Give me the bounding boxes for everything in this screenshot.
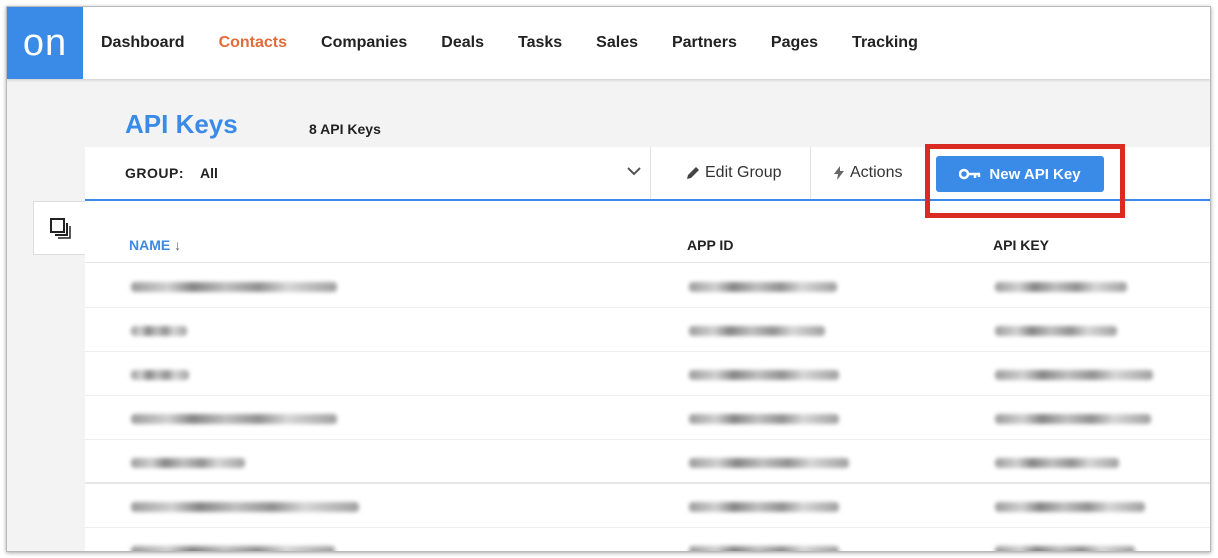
sort-indicator-icon: ↓ [174,236,182,253]
bolt-icon [834,166,844,180]
redacted-name [131,282,337,292]
actions-button[interactable]: Actions [812,147,922,199]
redacted-app-id [689,458,849,468]
redacted-app-id [689,546,839,551]
nav-item-pages[interactable]: Pages [771,34,818,52]
edit-group-label: Edit Group [705,164,782,181]
nav-item-tasks[interactable]: Tasks [518,34,562,52]
nav-item-dashboard[interactable]: Dashboard [101,34,185,52]
name-header-label: NAME [129,236,171,253]
redacted-api-key [995,414,1151,424]
redacted-api-key [995,326,1117,336]
redacted-name [131,458,245,468]
redacted-app-id [689,502,839,512]
table-row[interactable] [85,308,1210,352]
redacted-name [131,546,335,551]
api-keys-panel: GROUP: All Edit Group Actions New API Ke… [85,147,1210,551]
table-row[interactable] [85,528,1210,551]
redacted-app-id [689,370,839,380]
layers-icon [49,218,71,239]
page-title: API Keys [125,109,238,139]
redacted-app-id [689,282,837,292]
redacted-api-key [995,546,1135,551]
edit-group-button[interactable]: Edit Group [665,147,811,199]
new-api-key-button[interactable]: New API Key [936,156,1104,192]
column-header-name[interactable]: NAME ↓ [129,237,181,253]
nav-item-sales[interactable]: Sales [596,34,638,52]
table-row[interactable] [85,484,1210,528]
redacted-api-key [995,282,1127,292]
group-label: GROUP: [125,165,184,181]
nav-item-partners[interactable]: Partners [672,34,737,52]
nav-item-companies[interactable]: Companies [321,34,407,52]
redacted-name [131,502,359,512]
table-row[interactable] [85,264,1210,308]
top-navigation: on Dashboard Contacts Companies Deals Ta… [7,7,1210,79]
toolbar: GROUP: All Edit Group Actions New API Ke… [85,147,1210,201]
redacted-name [131,414,337,424]
table-row[interactable] [85,352,1210,396]
redacted-api-key [995,502,1145,512]
new-api-key-label: New API Key [989,165,1081,183]
api-key-count: 8 API Keys [309,121,381,137]
redacted-api-key [995,370,1153,380]
key-icon [959,168,981,180]
actions-label: Actions [850,164,903,181]
pencil-icon [687,167,699,179]
main-nav: Dashboard Contacts Companies Deals Tasks… [101,7,952,79]
side-panel-toggle[interactable] [33,201,85,255]
chevron-down-icon [627,167,641,176]
redacted-name [131,326,187,336]
redacted-app-id [689,414,839,424]
group-value: All [200,165,218,181]
nav-item-tracking[interactable]: Tracking [852,34,918,52]
redacted-api-key [995,458,1119,468]
table-row[interactable] [85,396,1210,440]
redacted-name [131,370,189,380]
group-select[interactable]: GROUP: All [85,147,651,199]
table-header: NAME ↓ APP ID API KEY [85,227,1210,263]
column-header-api-key[interactable]: API KEY [993,237,1049,253]
logo-text: on [22,21,68,64]
nav-item-contacts[interactable]: Contacts [219,34,287,52]
table-row[interactable] [85,440,1210,484]
app-window: on Dashboard Contacts Companies Deals Ta… [6,6,1211,552]
logo[interactable]: on [7,7,83,79]
redacted-app-id [689,326,825,336]
column-header-app-id[interactable]: APP ID [687,237,733,253]
nav-item-deals[interactable]: Deals [441,34,484,52]
